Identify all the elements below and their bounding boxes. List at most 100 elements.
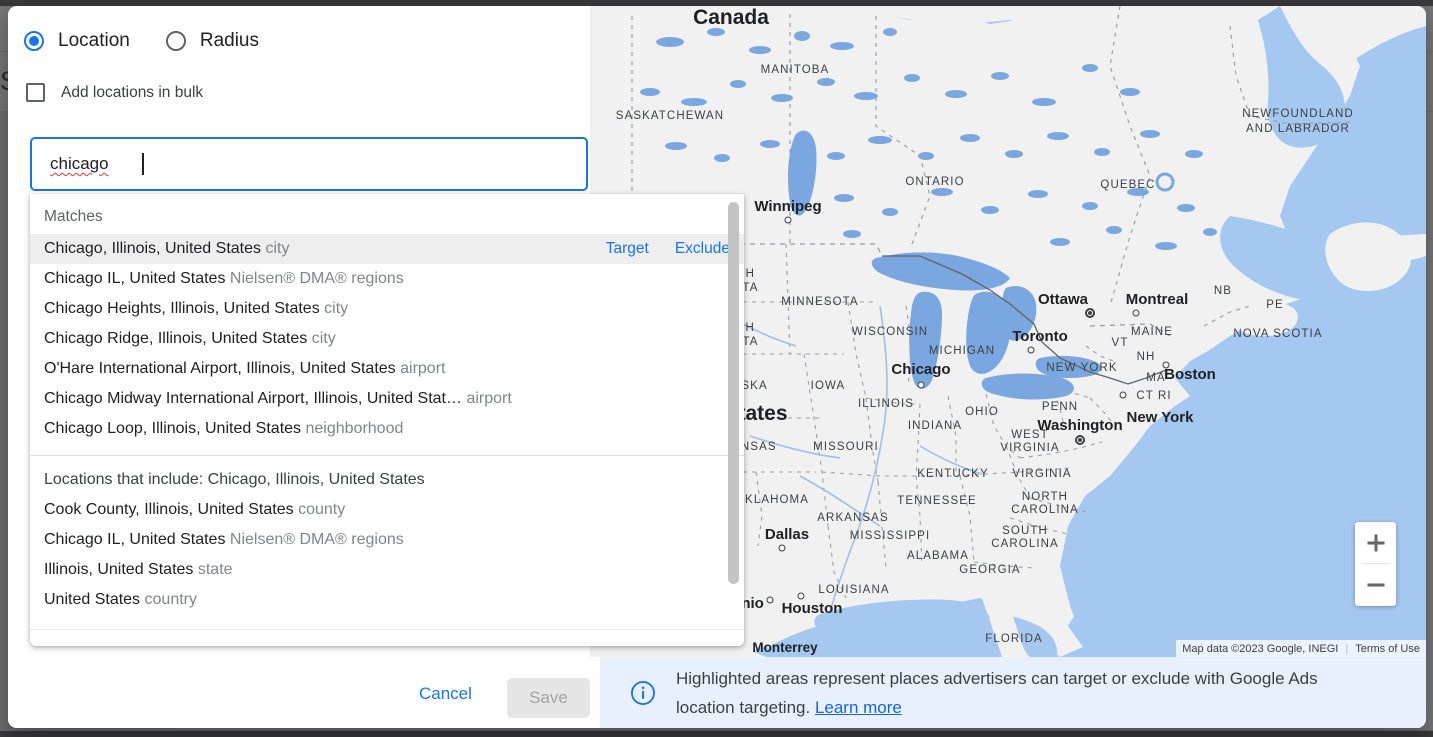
map-label-georgia: GEORGIA bbox=[959, 564, 1021, 576]
map-label-oklahoma: OKLAHOMA bbox=[735, 494, 809, 506]
radio-option-location[interactable]: Location bbox=[24, 30, 130, 52]
map-label-virginia-w: VIRGINIA bbox=[1000, 442, 1060, 454]
map-city-monterrey: Monterrey bbox=[752, 640, 818, 655]
suggestion-item[interactable]: Chicago Loop, Illinois, United States ne… bbox=[30, 414, 744, 444]
target-button[interactable]: Target bbox=[606, 234, 649, 264]
suggestion-item[interactable]: Chicago IL, United States Nielsen® DMA® … bbox=[30, 525, 744, 555]
map-city-houston: Houston bbox=[781, 600, 843, 617]
suggestion-item[interactable]: Chicago, Illinois, United States city Ta… bbox=[30, 234, 744, 264]
suggestion-type: neighborhood bbox=[305, 420, 404, 437]
suggestion-name: Chicago Heights, Illinois, United States bbox=[44, 300, 320, 317]
map-label-maine: MAINE bbox=[1131, 326, 1173, 338]
map-label-south-c: SOUTH bbox=[1002, 525, 1048, 537]
map-label-michigan: MICHIGAN bbox=[928, 345, 996, 357]
map-label-nb: NB bbox=[1213, 285, 1233, 297]
map-label-saskatchewan: SASKATCHEWAN bbox=[615, 110, 725, 122]
map-city-montreal: Montreal bbox=[1125, 291, 1189, 308]
suggestion-name: Chicago, Illinois, United States bbox=[44, 240, 261, 257]
suggestion-item[interactable]: Chicago Ridge, Illinois, United States c… bbox=[30, 324, 744, 354]
suggestion-actions: Target Exclude bbox=[606, 234, 730, 264]
info-banner-text: Highlighted areas represent places adver… bbox=[676, 664, 1376, 722]
suggestion-name: O'Hare International Airport, Illinois, … bbox=[44, 360, 396, 377]
suggestion-type: airport bbox=[466, 390, 512, 407]
suggestion-type: state bbox=[197, 561, 233, 578]
map-city-dallas: Dallas bbox=[764, 526, 810, 543]
suggestion-item[interactable]: United States country bbox=[30, 585, 744, 615]
suggestion-name: Chicago Loop, Illinois, United States bbox=[44, 420, 302, 437]
location-type-radio-group: Location Radius bbox=[24, 30, 259, 52]
map-label-ontario: ONTARIO bbox=[905, 176, 965, 188]
map-label-carolina-s: CAROLINA bbox=[991, 538, 1059, 550]
map-label-canada: Canada bbox=[693, 6, 769, 29]
map-dot-toronto bbox=[1027, 346, 1035, 354]
info-icon bbox=[630, 680, 656, 706]
map-zoom-controls[interactable] bbox=[1355, 522, 1396, 606]
suggestion-item[interactable]: Chicago Heights, Illinois, United States… bbox=[30, 294, 744, 324]
suggestion-item[interactable]: Chicago IL, United States Nielsen® DMA® … bbox=[30, 264, 744, 294]
map-city-toronto: Toronto bbox=[1012, 328, 1068, 345]
checkbox-icon-bulk[interactable] bbox=[26, 83, 45, 102]
map-label-indiana: INDIANA bbox=[907, 420, 963, 432]
suggestion-type: city bbox=[265, 240, 290, 257]
map-dot-winnipeg bbox=[784, 216, 792, 224]
suggestion-name: Illinois, United States bbox=[44, 561, 194, 578]
cancel-button[interactable]: Cancel bbox=[419, 684, 472, 704]
suggestion-item[interactable]: Illinois, United States state bbox=[30, 555, 744, 585]
suggestion-type: city bbox=[311, 330, 336, 347]
map-city-chicago: Chicago bbox=[891, 361, 951, 378]
map-label-newfoundland: NEWFOUNDLAND bbox=[1242, 108, 1354, 120]
suggestion-name: United States bbox=[44, 591, 141, 608]
map-city-ottawa: Ottawa bbox=[1037, 291, 1089, 308]
suggestion-type: county bbox=[298, 501, 346, 518]
exclude-button[interactable]: Exclude bbox=[675, 234, 730, 264]
location-suggestions-dropdown: Matches Chicago, Illinois, United States… bbox=[30, 194, 744, 646]
search-input-value: chicago bbox=[50, 154, 109, 173]
map-label-penn: PENN bbox=[1041, 401, 1079, 413]
map-dot-new-york bbox=[1119, 391, 1127, 399]
terms-of-use-link[interactable]: Terms of Use bbox=[1355, 643, 1420, 655]
learn-more-link[interactable]: Learn more bbox=[815, 698, 902, 717]
map-city-winnipeg: Winnipeg bbox=[754, 198, 822, 215]
map-label-vt: VT bbox=[1111, 337, 1129, 349]
map-dot-montreal bbox=[1132, 309, 1140, 317]
screen: S bbox=[0, 0, 1433, 737]
suggestion-item[interactable]: Cook County, Illinois, United States cou… bbox=[30, 495, 744, 525]
suggestion-name: Chicago Midway International Airport, Il… bbox=[44, 390, 462, 407]
radio-label-radius: Radius bbox=[199, 30, 259, 51]
suggestion-type: country bbox=[144, 591, 197, 608]
suggestion-name: Chicago IL, United States bbox=[44, 531, 226, 548]
suggestion-type: city bbox=[324, 300, 349, 317]
zoom-out-button[interactable] bbox=[1355, 564, 1396, 605]
map-city-new-york: New York bbox=[1126, 409, 1194, 426]
radio-label-location: Location bbox=[58, 30, 130, 51]
map-label-ohio: OHIO bbox=[965, 406, 999, 418]
suggestion-item[interactable]: Chicago Midway International Airport, Il… bbox=[30, 384, 744, 414]
map-label-louisiana: LOUISIANA bbox=[818, 584, 890, 596]
radio-icon-radius[interactable] bbox=[165, 31, 186, 51]
map-label-ma: MA bbox=[1146, 372, 1166, 384]
suggestions-bottom-divider bbox=[30, 629, 744, 630]
location-search-input[interactable]: chicago bbox=[30, 137, 588, 191]
bulk-locations-checkbox-row[interactable]: Add locations in bulk bbox=[26, 83, 203, 102]
map-city-boston: Boston bbox=[1164, 366, 1216, 383]
radio-option-radius[interactable]: Radius bbox=[165, 30, 259, 52]
map-dot-washington bbox=[1075, 435, 1085, 445]
scrollbar-thumb[interactable] bbox=[728, 202, 739, 584]
zoom-in-button[interactable] bbox=[1355, 522, 1396, 563]
map-label-nova-scotia: NOVA SCOTIA bbox=[1233, 328, 1323, 340]
map-attribution-bar: Map data ©2023 Google, INEGI | Terms of … bbox=[1176, 640, 1426, 657]
map-label-iowa: IOWA bbox=[810, 380, 846, 392]
map-dot-chicago bbox=[917, 381, 925, 389]
radio-icon-location[interactable] bbox=[24, 31, 44, 51]
map-label-florida: FLORIDA bbox=[985, 633, 1043, 645]
suggestions-scrollbar[interactable] bbox=[728, 198, 739, 642]
map-label-illinois: ILLINOIS bbox=[857, 398, 915, 410]
suggestion-name: Chicago IL, United States bbox=[44, 270, 226, 287]
map-label-ct-ri: CT RI bbox=[1136, 390, 1172, 402]
map-city-washington: Washington bbox=[1037, 417, 1123, 434]
suggestion-item[interactable]: O'Hare International Airport, Illinois, … bbox=[30, 354, 744, 384]
suggestions-matches-header: Matches bbox=[44, 208, 103, 225]
map-dot-san-antonio bbox=[766, 596, 774, 604]
bulk-locations-label: Add locations in bulk bbox=[61, 83, 204, 101]
save-button[interactable]: Save bbox=[507, 678, 590, 718]
